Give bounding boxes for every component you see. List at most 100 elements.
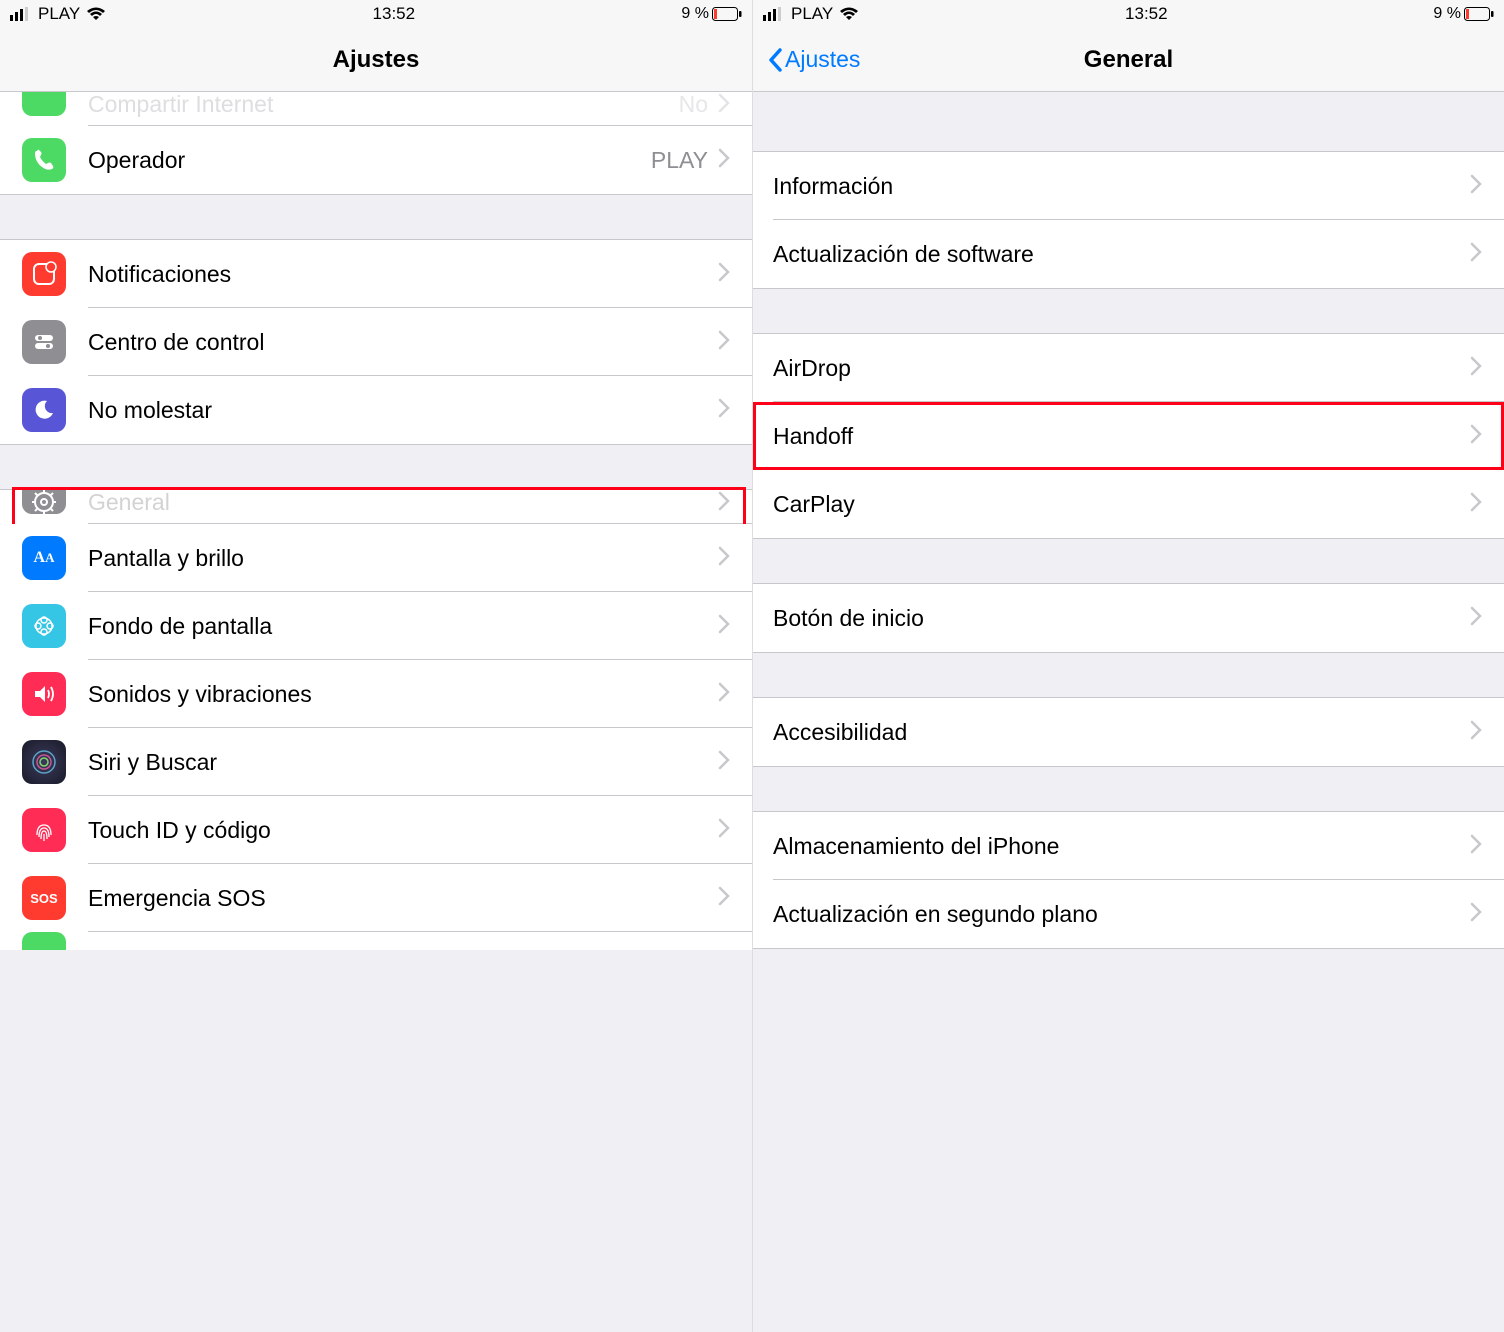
chevron-right-icon	[718, 148, 730, 173]
chevron-right-icon	[1470, 606, 1482, 631]
row-do-not-disturb[interactable]: No molestar	[0, 376, 752, 444]
chevron-right-icon	[718, 614, 730, 639]
battery-text: 9 %	[681, 5, 709, 23]
clock: 13:52	[1125, 4, 1168, 24]
wallpaper-icon	[22, 604, 66, 648]
row-handoff[interactable]: Handoff	[753, 402, 1504, 470]
moon-icon	[22, 388, 66, 432]
carrier-label: PLAY	[38, 4, 80, 24]
notifications-icon	[22, 252, 66, 296]
sos-icon: SOS	[22, 876, 66, 920]
page-title: General	[753, 46, 1504, 74]
row-label: Información	[773, 173, 1470, 200]
sounds-icon	[22, 672, 66, 716]
row-label: AirDrop	[773, 355, 1470, 382]
row-airdrop[interactable]: AirDrop	[753, 334, 1504, 402]
chevron-left-icon	[767, 47, 783, 73]
row-label: Siri y Buscar	[88, 749, 718, 776]
chevron-right-icon	[1470, 174, 1482, 199]
page-title: Ajustes	[0, 46, 752, 74]
chevron-right-icon	[1470, 720, 1482, 745]
status-bar: PLAY 13:52 9 %	[0, 0, 752, 28]
settings-list[interactable]: Compartir Internet No Operador PLAY Noti…	[0, 92, 752, 1332]
row-display-brightness[interactable]: AA Pantalla y brillo	[0, 524, 752, 592]
row-partial[interactable]	[0, 932, 752, 950]
phone-icon	[22, 138, 66, 182]
row-label: Centro de control	[88, 329, 718, 356]
row-label: Actualización en segundo plano	[773, 901, 1470, 928]
back-label: Ajustes	[785, 46, 860, 73]
battery-text: 9 %	[1433, 5, 1461, 23]
back-button[interactable]: Ajustes	[767, 46, 860, 73]
row-home-button[interactable]: Botón de inicio	[753, 584, 1504, 652]
row-detail: No	[679, 92, 708, 118]
chevron-right-icon	[1470, 902, 1482, 927]
row-label: General	[88, 489, 718, 516]
row-label: CarPlay	[773, 491, 1470, 518]
chevron-right-icon	[718, 330, 730, 355]
carrier-label: PLAY	[791, 4, 833, 24]
chevron-right-icon	[718, 546, 730, 571]
row-background-app-refresh[interactable]: Actualización en segundo plano	[753, 880, 1504, 948]
general-screen: PLAY 13:52 9 % Ajustes General Informaci…	[752, 0, 1504, 1332]
row-iphone-storage[interactable]: Almacenamiento del iPhone	[753, 812, 1504, 880]
row-label: Pantalla y brillo	[88, 545, 718, 572]
battery-indicator: 9 %	[1433, 5, 1494, 23]
display-icon: AA	[22, 536, 66, 580]
signal-icon	[763, 7, 785, 21]
chevron-right-icon	[718, 886, 730, 911]
row-label: Compartir Internet	[88, 92, 679, 118]
control-center-icon	[22, 320, 66, 364]
signal-icon	[10, 7, 32, 21]
row-emergency-sos[interactable]: SOS Emergencia SOS	[0, 864, 752, 932]
row-label: Actualización de software	[773, 241, 1470, 268]
row-label: Sonidos y vibraciones	[88, 681, 718, 708]
row-general[interactable]: General	[0, 490, 752, 524]
row-personal-hotspot[interactable]: Compartir Internet No	[0, 92, 752, 126]
row-carplay[interactable]: CarPlay	[753, 470, 1504, 538]
chevron-right-icon	[1470, 242, 1482, 267]
row-label: Almacenamiento del iPhone	[773, 833, 1470, 860]
wifi-icon	[86, 7, 106, 21]
row-label: Accesibilidad	[773, 719, 1470, 746]
row-label: Emergencia SOS	[88, 885, 718, 912]
chevron-right-icon	[1470, 834, 1482, 859]
row-control-center[interactable]: Centro de control	[0, 308, 752, 376]
row-label: Touch ID y código	[88, 817, 718, 844]
status-bar: PLAY 13:52 9 %	[753, 0, 1504, 28]
row-about[interactable]: Información	[753, 152, 1504, 220]
row-label: Fondo de pantalla	[88, 613, 718, 640]
row-carrier[interactable]: Operador PLAY	[0, 126, 752, 194]
row-touch-id[interactable]: Touch ID y código	[0, 796, 752, 864]
siri-icon	[22, 740, 66, 784]
row-label: Notificaciones	[88, 261, 718, 288]
battery-icon	[22, 932, 66, 950]
settings-screen: PLAY 13:52 9 % Ajustes Compartir Interne…	[0, 0, 752, 1332]
row-label: Handoff	[773, 423, 1470, 450]
row-sounds[interactable]: Sonidos y vibraciones	[0, 660, 752, 728]
wifi-icon	[839, 7, 859, 21]
battery-indicator: 9 %	[681, 5, 742, 23]
chevron-right-icon	[718, 491, 730, 516]
nav-bar: Ajustes	[0, 28, 752, 92]
row-siri[interactable]: Siri y Buscar	[0, 728, 752, 796]
row-accessibility[interactable]: Accesibilidad	[753, 698, 1504, 766]
gear-icon	[22, 490, 66, 514]
chevron-right-icon	[718, 750, 730, 775]
chevron-right-icon	[1470, 424, 1482, 449]
general-list[interactable]: Información Actualización de software Ai…	[753, 92, 1504, 1332]
row-label: No molestar	[88, 397, 718, 424]
chevron-right-icon	[718, 262, 730, 287]
nav-bar: Ajustes General	[753, 28, 1504, 92]
chevron-right-icon	[718, 682, 730, 707]
row-software-update[interactable]: Actualización de software	[753, 220, 1504, 288]
row-wallpaper[interactable]: Fondo de pantalla	[0, 592, 752, 660]
chevron-right-icon	[718, 93, 730, 118]
clock: 13:52	[373, 4, 416, 24]
row-detail: PLAY	[651, 147, 708, 174]
chevron-right-icon	[1470, 492, 1482, 517]
chevron-right-icon	[1470, 356, 1482, 381]
row-label: Botón de inicio	[773, 605, 1470, 632]
chevron-right-icon	[718, 398, 730, 423]
row-notifications[interactable]: Notificaciones	[0, 240, 752, 308]
